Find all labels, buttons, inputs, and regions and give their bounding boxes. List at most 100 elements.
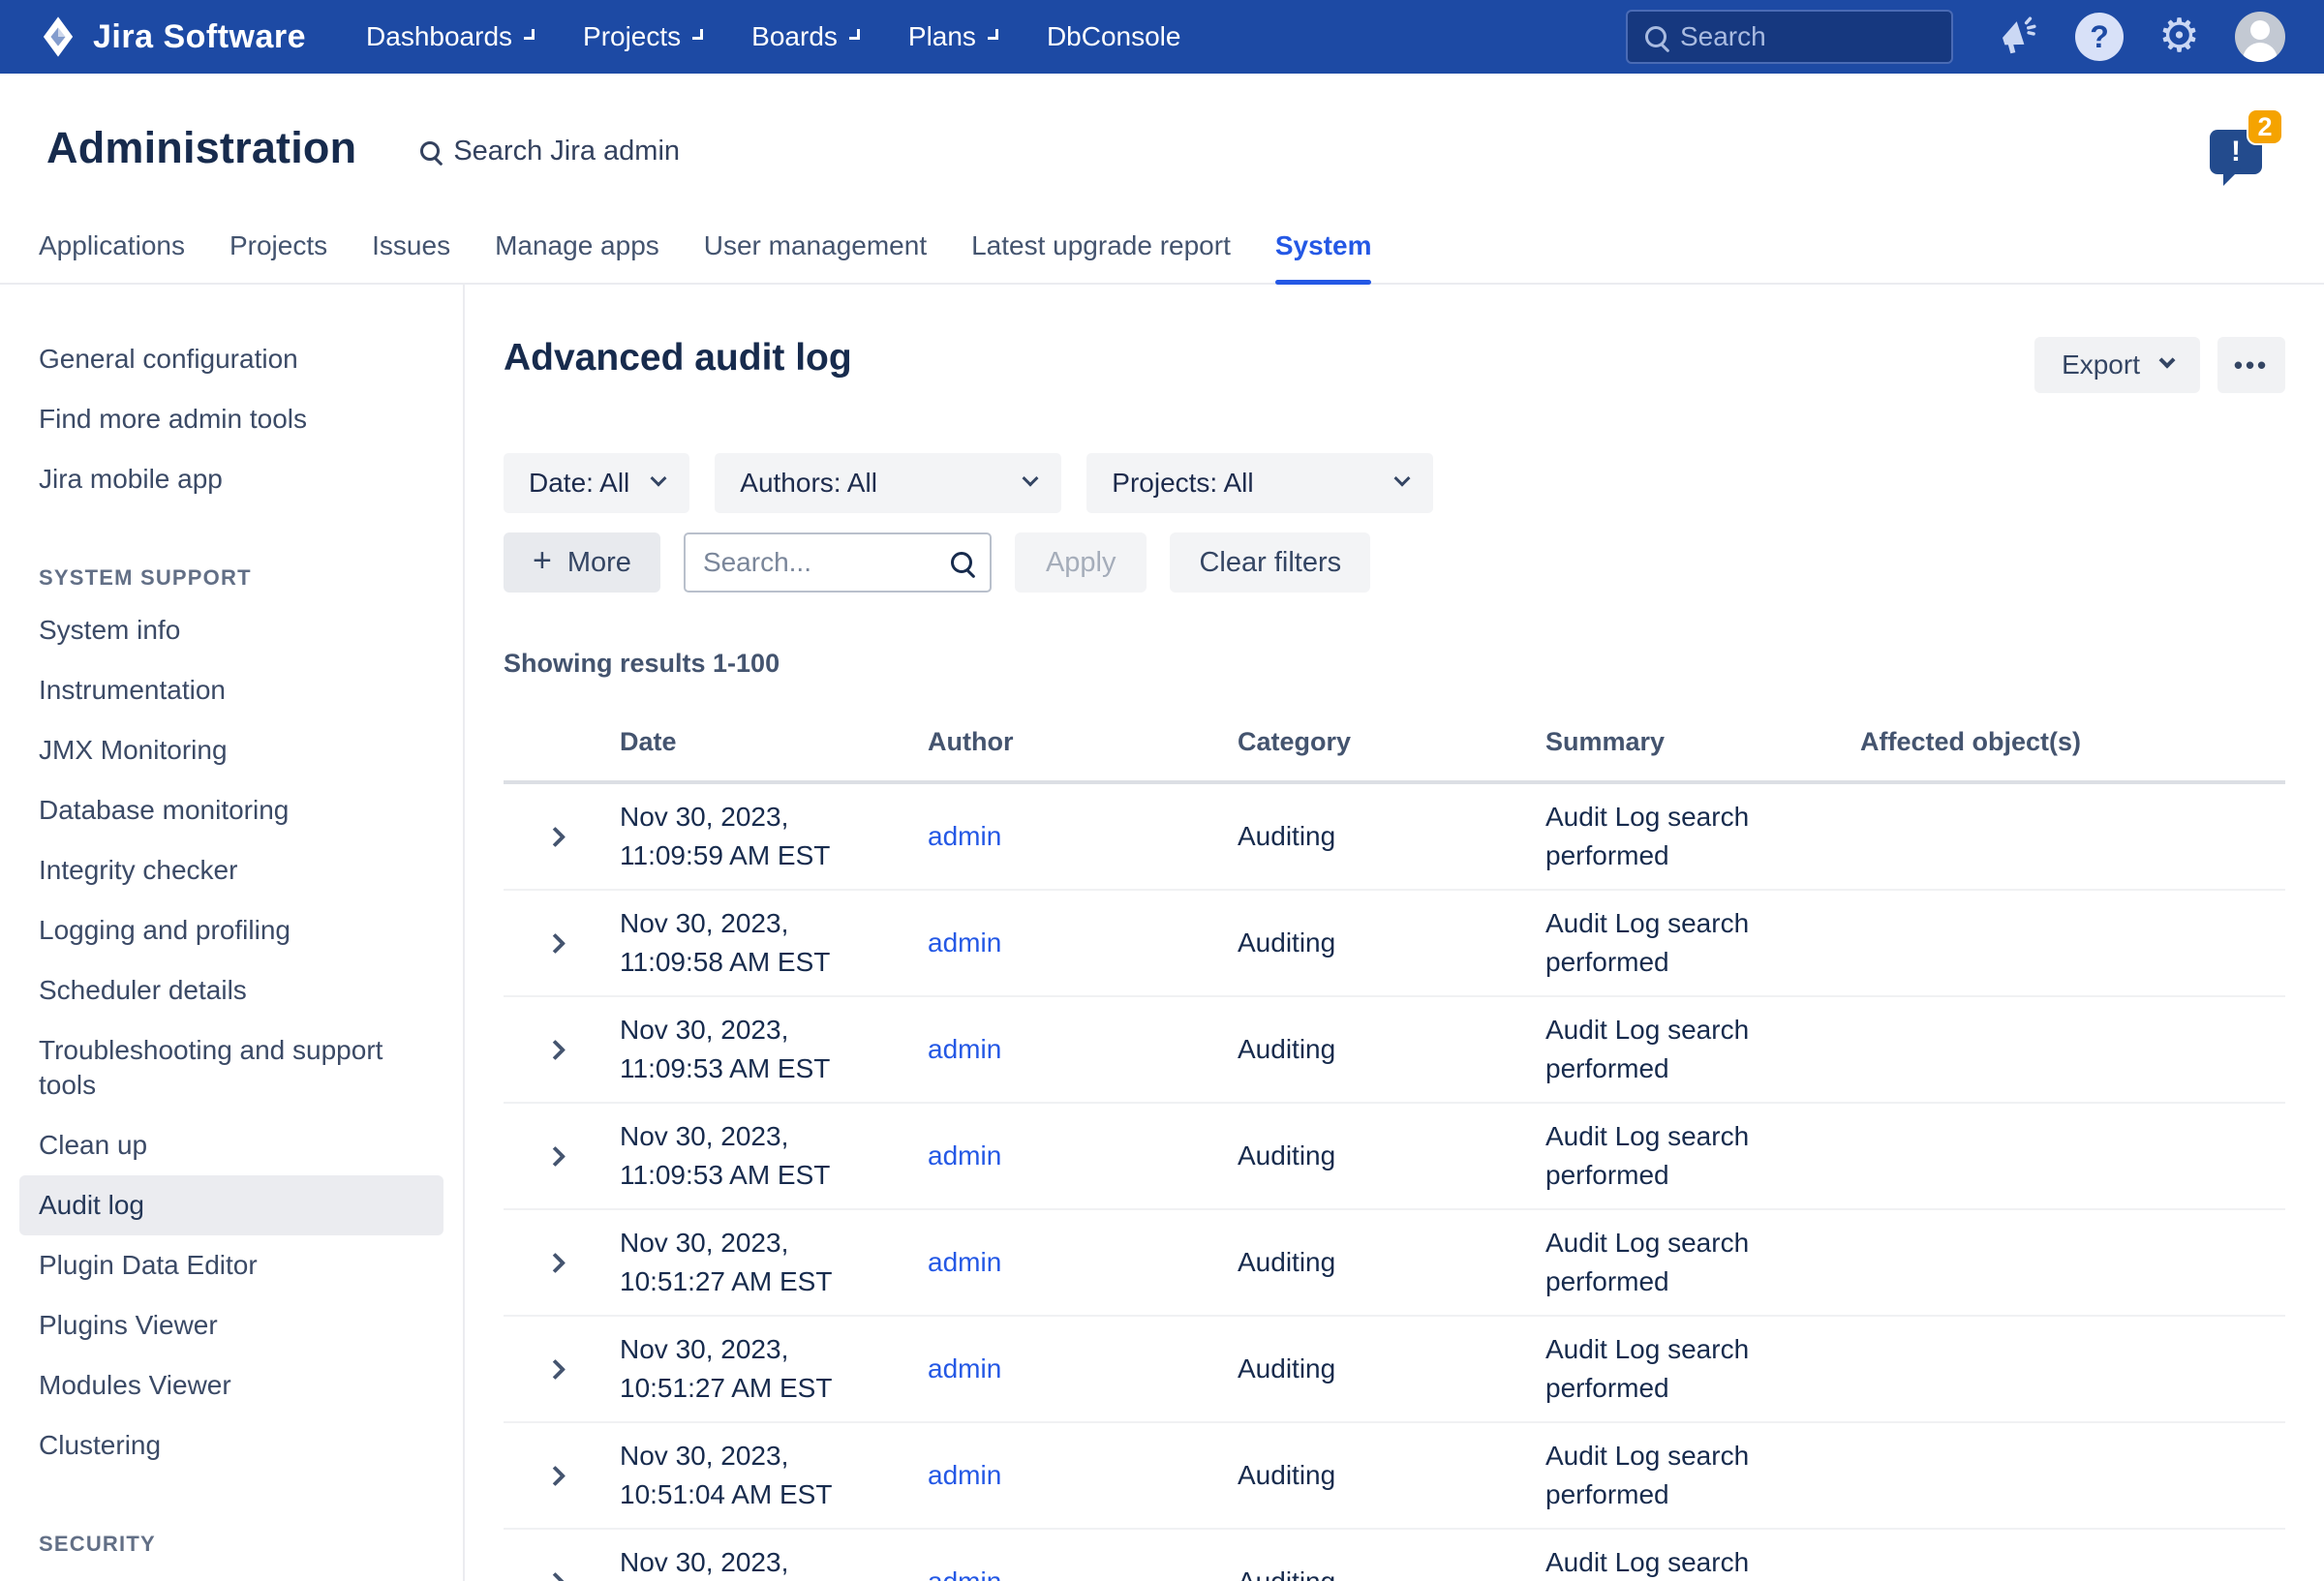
jira-diamond-icon xyxy=(37,15,79,58)
chevron-right-icon xyxy=(545,1571,566,1581)
sidebar-item-general-configuration[interactable]: General configuration xyxy=(19,329,443,389)
date-line-2: 10:51:04 AM EST xyxy=(620,1475,928,1514)
feedback-bubble-icon: ! 2 xyxy=(2210,130,2262,174)
settings-gear-icon[interactable]: ⚙ xyxy=(2158,14,2200,60)
cell-date: Nov 30, 2023,11:09:53 AM EST xyxy=(620,1011,928,1088)
nav-item-plans[interactable]: Plans xyxy=(908,21,998,52)
sidebar-item-plugin-data-editor[interactable]: Plugin Data Editor xyxy=(19,1235,443,1295)
sidebar-item-jmx-monitoring[interactable]: JMX Monitoring xyxy=(19,720,443,780)
author-link[interactable]: admin xyxy=(928,927,1001,958)
sidebar-section-heading-security: SECURITY xyxy=(39,1532,463,1557)
nav-item-projects[interactable]: Projects xyxy=(583,21,703,52)
tab-projects[interactable]: Projects xyxy=(229,230,327,283)
author-link[interactable]: admin xyxy=(928,1140,1001,1171)
cell-author: admin xyxy=(928,1247,1238,1278)
cell-author: admin xyxy=(928,821,1238,852)
row-expand-chevron[interactable] xyxy=(504,1469,620,1483)
sidebar-item-audit-log[interactable]: Audit log xyxy=(19,1175,443,1235)
sidebar-section-heading-system-support: SYSTEM SUPPORT xyxy=(39,565,463,591)
nav-search[interactable] xyxy=(1626,10,1953,64)
admin-header: Administration Search Jira admin ! 2 xyxy=(0,74,2324,213)
tab-issues[interactable]: Issues xyxy=(372,230,450,283)
author-link[interactable]: admin xyxy=(928,1460,1001,1490)
authors-filter-dropdown[interactable]: Authors: All xyxy=(715,453,1061,513)
row-expand-chevron[interactable] xyxy=(504,1575,620,1581)
cell-author: admin xyxy=(928,1034,1238,1065)
results-count-text: Showing results 1-100 xyxy=(504,649,2285,679)
more-filters-label: More xyxy=(567,547,631,579)
tab-manage-apps[interactable]: Manage apps xyxy=(495,230,659,283)
row-expand-chevron[interactable] xyxy=(504,1149,620,1164)
sidebar-item-instrumentation[interactable]: Instrumentation xyxy=(19,660,443,720)
nav-item-dbconsole[interactable]: DbConsole xyxy=(1047,21,1181,52)
sidebar-item-database-monitoring[interactable]: Database monitoring xyxy=(19,780,443,840)
author-link[interactable]: admin xyxy=(928,821,1001,851)
sidebar-item-project-roles[interactable]: Project roles xyxy=(19,1566,443,1581)
cell-category: Auditing xyxy=(1238,1034,1545,1065)
apply-button[interactable]: Apply xyxy=(1015,532,1147,593)
clear-filters-button[interactable]: Clear filters xyxy=(1170,532,1370,593)
sidebar-item-integrity-checker[interactable]: Integrity checker xyxy=(19,840,443,900)
sidebar-item-logging-and-profiling[interactable]: Logging and profiling xyxy=(19,900,443,960)
user-avatar[interactable] xyxy=(2235,12,2285,62)
sidebar-item-scheduler-details[interactable]: Scheduler details xyxy=(19,960,443,1020)
export-button[interactable]: Export xyxy=(2034,337,2200,393)
row-expand-chevron[interactable] xyxy=(504,830,620,844)
row-expand-chevron[interactable] xyxy=(504,1043,620,1057)
sidebar-nav: General configurationFind more admin too… xyxy=(0,285,465,1581)
nav-item-label: Boards xyxy=(751,21,838,52)
admin-search[interactable]: Search Jira admin xyxy=(420,136,680,167)
filter-search-box xyxy=(684,532,992,593)
cell-date: Nov 30, 2023,11:09:59 AM EST xyxy=(620,798,928,875)
sidebar-item-system-info[interactable]: System info xyxy=(19,600,443,660)
sidebar-item-jira-mobile-app[interactable]: Jira mobile app xyxy=(19,449,443,509)
nav-search-input[interactable] xyxy=(1680,21,1934,52)
author-link[interactable]: admin xyxy=(928,1566,1001,1581)
cell-summary: Audit Log search performed xyxy=(1545,798,1788,875)
exclamation-glyph: ! xyxy=(2231,136,2241,168)
date-line-1: Nov 30, 2023, xyxy=(620,1543,928,1581)
row-expand-chevron[interactable] xyxy=(504,936,620,951)
cell-date: Nov 30, 2023,10:51:27 AM EST xyxy=(620,1330,928,1408)
date-filter-dropdown[interactable]: Date: All xyxy=(504,453,689,513)
filter-search-input[interactable] xyxy=(703,547,939,578)
chevron-right-icon xyxy=(545,1358,566,1379)
nav-item-dashboards[interactable]: Dashboards xyxy=(366,21,535,52)
projects-filter-dropdown[interactable]: Projects: All xyxy=(1086,453,1433,513)
cell-date: Nov 30, 2023,10:51:04 AM EST xyxy=(620,1543,928,1581)
tab-user-management[interactable]: User management xyxy=(704,230,927,283)
more-actions-button[interactable]: ••• xyxy=(2217,337,2285,393)
table-row: Nov 30, 2023,10:51:27 AM ESTadminAuditin… xyxy=(504,1210,2285,1317)
author-link[interactable]: admin xyxy=(928,1034,1001,1064)
nav-icons: ? ⚙ xyxy=(1996,12,2285,62)
cell-summary: Audit Log search performed xyxy=(1545,1437,1788,1514)
cell-summary: Audit Log search performed xyxy=(1545,1117,1788,1195)
author-link[interactable]: admin xyxy=(928,1353,1001,1383)
column-header-category: Category xyxy=(1238,727,1545,757)
sidebar-item-modules-viewer[interactable]: Modules Viewer xyxy=(19,1355,443,1415)
megaphone-icon[interactable] xyxy=(1996,15,2040,59)
tab-latest-upgrade-report[interactable]: Latest upgrade report xyxy=(971,230,1231,283)
tab-system[interactable]: System xyxy=(1275,230,1372,283)
help-icon[interactable]: ? xyxy=(2075,13,2124,61)
sidebar-item-clean-up[interactable]: Clean up xyxy=(19,1115,443,1175)
tab-applications[interactable]: Applications xyxy=(39,230,185,283)
notification-button[interactable]: ! 2 xyxy=(2210,130,2262,174)
jira-logo[interactable]: Jira Software xyxy=(37,15,306,58)
table-row: Nov 30, 2023,11:09:59 AM ESTadminAuditin… xyxy=(504,784,2285,891)
sidebar-item-troubleshooting-and-support-tools[interactable]: Troubleshooting and support tools xyxy=(19,1020,443,1115)
row-expand-chevron[interactable] xyxy=(504,1256,620,1270)
nav-item-boards[interactable]: Boards xyxy=(751,21,860,52)
more-filters-button[interactable]: + More xyxy=(504,532,660,593)
filter-row-actions: + More Apply Clear filters xyxy=(504,532,2285,593)
sidebar-item-plugins-viewer[interactable]: Plugins Viewer xyxy=(19,1295,443,1355)
cell-author: admin xyxy=(928,927,1238,958)
sidebar-item-find-more-admin-tools[interactable]: Find more admin tools xyxy=(19,389,443,449)
date-line-2: 11:09:53 AM EST xyxy=(620,1156,928,1195)
author-link[interactable]: admin xyxy=(928,1247,1001,1277)
cell-summary: Audit Log search performed xyxy=(1545,1224,1788,1301)
date-line-1: Nov 30, 2023, xyxy=(620,798,928,836)
row-expand-chevron[interactable] xyxy=(504,1362,620,1377)
sidebar-item-clustering[interactable]: Clustering xyxy=(19,1415,443,1475)
date-line-2: 11:09:59 AM EST xyxy=(620,836,928,875)
